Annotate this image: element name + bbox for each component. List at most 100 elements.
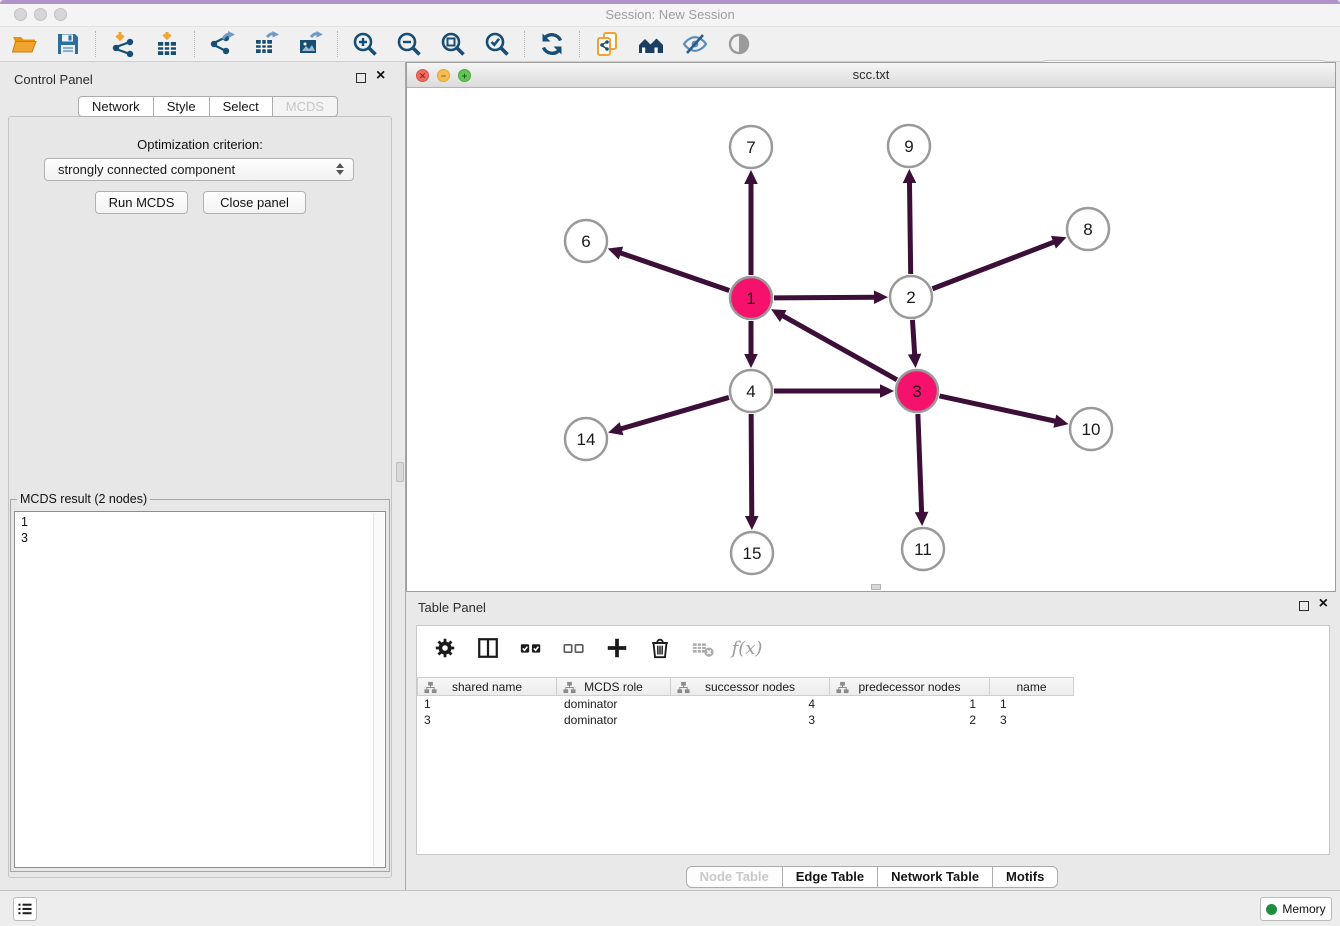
column-header-successor-nodes[interactable]: successor nodes: [670, 677, 830, 696]
result-scrollbar[interactable]: [373, 513, 384, 866]
graph-node-9[interactable]: 9: [888, 125, 930, 167]
column-header-MCDS-role[interactable]: MCDS role: [556, 677, 671, 696]
select-all-icon[interactable]: [517, 634, 545, 662]
import-table-icon[interactable]: [153, 30, 181, 58]
tab-network-table[interactable]: Network Table: [877, 866, 993, 888]
svg-text:10: 10: [1082, 420, 1101, 439]
control-panel-float-icon[interactable]: [356, 73, 366, 83]
graph-node-4[interactable]: 4: [730, 370, 772, 412]
graph-node-10[interactable]: 10: [1070, 408, 1112, 450]
criterion-select[interactable]: strongly connected component: [44, 158, 354, 181]
mcds-result-lines: 13: [15, 512, 385, 548]
table-cell[interactable]: 3: [673, 712, 833, 728]
column-header-shared-name[interactable]: shared name: [417, 677, 557, 696]
split-panel-icon[interactable]: [474, 634, 502, 662]
tab-node-table[interactable]: Node Table: [686, 866, 783, 888]
export-image-icon[interactable]: [296, 30, 324, 58]
table-cell[interactable]: 1: [833, 696, 994, 712]
hide-details-icon[interactable]: [681, 30, 709, 58]
graph-node-11[interactable]: 11: [902, 528, 944, 570]
import-network-icon[interactable]: [109, 30, 137, 58]
gear-icon[interactable]: [431, 634, 459, 662]
panel-divider-handle[interactable]: [396, 462, 404, 482]
graph-edge-3-11[interactable]: [915, 414, 929, 526]
function-builder-icon[interactable]: f(x): [732, 634, 760, 662]
clone-network-icon[interactable]: [593, 30, 621, 58]
column-header-predecessor-nodes[interactable]: predecessor nodes: [829, 677, 990, 696]
graph-node-15[interactable]: 15: [731, 532, 773, 574]
graph-edge-2-8[interactable]: [932, 236, 1066, 289]
close-panel-button[interactable]: Close panel: [203, 191, 306, 214]
table-cell[interactable]: 3: [418, 712, 558, 728]
tab-motifs[interactable]: Motifs: [992, 866, 1058, 888]
graph-node-1[interactable]: 1: [730, 277, 772, 319]
table-panel-close-icon[interactable]: ×: [1319, 599, 1328, 609]
mcds-result-text[interactable]: 13: [14, 511, 386, 868]
refresh-icon[interactable]: [538, 30, 566, 58]
graph-edge-4-15[interactable]: [745, 414, 759, 530]
table-cell[interactable]: 1: [994, 696, 1079, 712]
network-canvas[interactable]: 7 9 6 8 1 2 4 3 14 10 15 11: [407, 88, 1335, 591]
toolbar-separator: [337, 31, 338, 57]
graph-node-8[interactable]: 8: [1067, 208, 1109, 250]
zoom-selected-icon[interactable]: [483, 30, 511, 58]
graph-node-3[interactable]: 3: [896, 370, 938, 412]
memory-label: Memory: [1282, 902, 1325, 916]
tab-style[interactable]: Style: [153, 96, 210, 117]
table-panel-float-icon[interactable]: [1299, 601, 1309, 611]
graph-edge-4-14[interactable]: [608, 397, 729, 435]
tab-network[interactable]: Network: [78, 96, 154, 117]
graph-edge-3-1[interactable]: [771, 309, 897, 380]
table-row[interactable]: 3dominator323: [418, 712, 1079, 728]
table-cell[interactable]: 2: [833, 712, 994, 728]
graph-node-14[interactable]: 14: [565, 418, 607, 460]
control-panel-close-icon[interactable]: ×: [376, 71, 385, 81]
table-header-row: shared nameMCDS rolesuccessor nodesprede…: [418, 677, 1079, 696]
zoom-out-icon[interactable]: [395, 30, 423, 58]
table-cell[interactable]: dominator: [558, 712, 673, 728]
tab-mcds[interactable]: MCDS: [272, 96, 338, 117]
task-history-button[interactable]: [13, 897, 37, 921]
export-network-icon[interactable]: [208, 30, 236, 58]
export-table-icon[interactable]: [252, 30, 280, 58]
graph-node-6[interactable]: 6: [565, 220, 607, 262]
graph-edge-1-2[interactable]: [774, 290, 888, 304]
mcds-result-group: MCDS result (2 nodes) 13: [10, 492, 390, 872]
graph-edge-1-4[interactable]: [744, 321, 758, 368]
zoom-in-icon[interactable]: [351, 30, 379, 58]
deselect-all-icon[interactable]: [560, 634, 588, 662]
column-header-name[interactable]: name: [989, 677, 1074, 696]
canvas-scroll-handle[interactable]: [871, 584, 881, 590]
graph-edge-1-7[interactable]: [744, 170, 758, 275]
tab-select[interactable]: Select: [209, 96, 273, 117]
table-cell[interactable]: 1: [418, 696, 558, 712]
graph-edge-2-3[interactable]: [908, 320, 922, 368]
delete-row-icon[interactable]: [646, 634, 674, 662]
save-session-icon[interactable]: [54, 30, 82, 58]
run-mcds-button[interactable]: Run MCDS: [95, 191, 188, 214]
table-cell[interactable]: 4: [673, 696, 833, 712]
graph-node-2[interactable]: 2: [890, 276, 932, 318]
optimization-criterion-label: Optimization criterion:: [0, 137, 400, 152]
zoom-fit-icon[interactable]: [439, 30, 467, 58]
memory-button[interactable]: Memory: [1260, 897, 1332, 921]
table-cell[interactable]: 3: [994, 712, 1079, 728]
home-icon[interactable]: [637, 30, 665, 58]
open-file-icon[interactable]: [10, 30, 38, 58]
select-stepper-icon: [336, 163, 344, 175]
table-cell[interactable]: dominator: [558, 696, 673, 712]
svg-text:4: 4: [746, 382, 755, 401]
graph-edge-3-10[interactable]: [939, 396, 1068, 428]
graph-edge-2-9[interactable]: [903, 169, 917, 274]
overview-eye-icon[interactable]: [725, 30, 753, 58]
add-row-icon[interactable]: [603, 634, 631, 662]
arrowhead-icon: [1053, 414, 1068, 427]
table-row[interactable]: 1dominator411: [418, 696, 1079, 712]
graph-edge-4-3[interactable]: [774, 384, 894, 398]
delete-table-icon[interactable]: [689, 634, 717, 662]
graph-edge-1-6[interactable]: [608, 247, 730, 291]
network-graph: 7 9 6 8 1 2 4 3 14 10 15 11: [407, 88, 1335, 592]
tab-edge-table[interactable]: Edge Table: [782, 866, 878, 888]
network-window-titlebar[interactable]: ✕ − + scc.txt: [407, 63, 1335, 88]
graph-node-7[interactable]: 7: [730, 126, 772, 168]
